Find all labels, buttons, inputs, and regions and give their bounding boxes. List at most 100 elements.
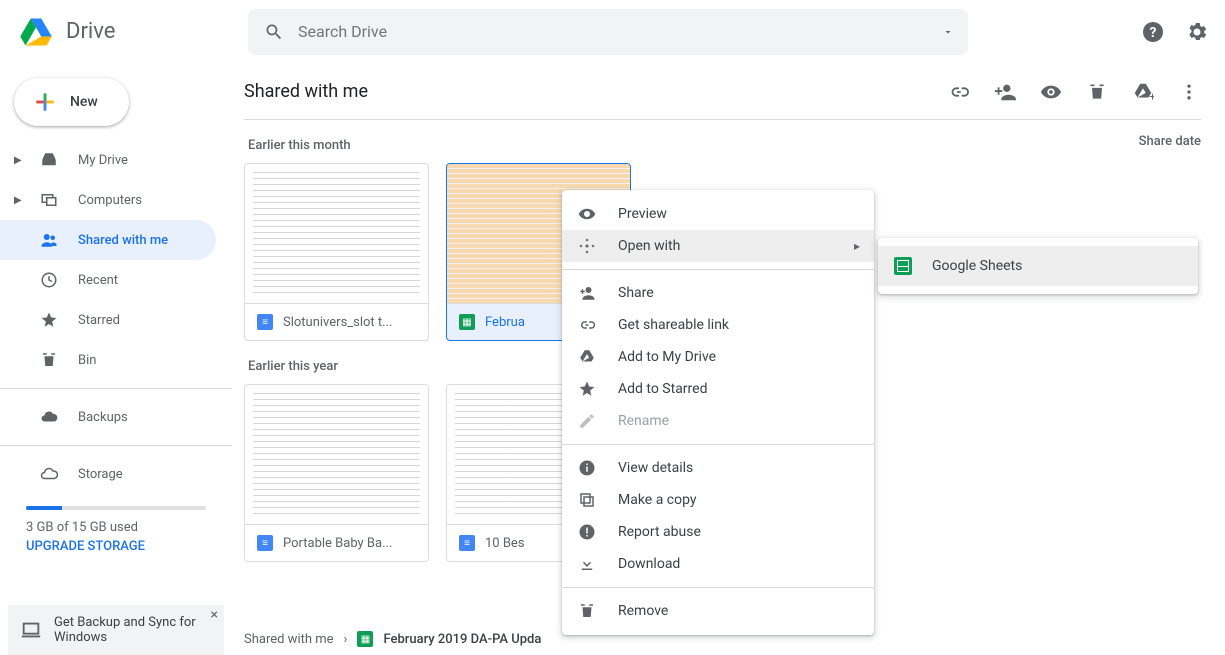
menu-label: Remove: [618, 603, 668, 619]
section-earlier-month: Earlier this month: [248, 138, 1201, 153]
menu-label: Report abuse: [618, 524, 701, 540]
menu-label: Add to Starred: [618, 381, 707, 397]
trash-icon: [578, 602, 598, 620]
menu-item-make-copy[interactable]: Make a copy: [562, 484, 874, 516]
file-card[interactable]: ≡ Portable Baby Ba...: [244, 384, 429, 562]
sidebar-item-storage[interactable]: Storage: [0, 454, 216, 494]
google-docs-icon: ≡: [257, 535, 273, 551]
menu-item-view-details[interactable]: View details: [562, 452, 874, 484]
sidebar-item-backups[interactable]: Backups: [0, 397, 216, 437]
menu-label: Get shareable link: [618, 317, 729, 333]
add-person-icon[interactable]: [993, 80, 1017, 104]
rename-icon: [578, 412, 598, 430]
google-sheets-icon: ▦: [357, 631, 373, 647]
laptop-icon: [20, 619, 42, 641]
settings-gear-icon[interactable]: [1185, 20, 1209, 44]
storage-bar: [26, 506, 206, 510]
google-docs-icon: ≡: [257, 314, 273, 330]
storage-icon: [40, 465, 60, 483]
submenu-item-google-sheets[interactable]: Google Sheets: [878, 246, 1198, 286]
chevron-right-icon: ›: [344, 632, 348, 647]
search-input[interactable]: [298, 22, 954, 41]
upgrade-storage-link[interactable]: UPGRADE STORAGE: [26, 539, 145, 554]
menu-item-add-to-drive[interactable]: Add to My Drive: [562, 341, 874, 373]
menu-label: Preview: [618, 206, 667, 222]
app-name: Drive: [66, 19, 115, 44]
sidebar-item-label: Recent: [78, 273, 204, 288]
download-icon: [578, 555, 598, 573]
sidebar: New ▶ My Drive ▶ Computers Shared with m…: [0, 64, 232, 655]
more-options-icon[interactable]: [1177, 80, 1201, 104]
sidebar-item-starred[interactable]: Starred: [0, 300, 216, 340]
header-icons: ?: [1101, 20, 1209, 44]
menu-item-share[interactable]: Share: [562, 277, 874, 309]
menu-item-add-starred[interactable]: Add to Starred: [562, 373, 874, 405]
menu-label: View details: [618, 460, 693, 476]
menu-label: Download: [618, 556, 680, 572]
backups-icon: [40, 408, 60, 426]
context-menu: Preview Open with ▸ Share Get shareable …: [562, 190, 874, 635]
delete-icon[interactable]: [1085, 80, 1109, 104]
new-button[interactable]: New: [14, 78, 129, 126]
help-icon[interactable]: ?: [1141, 20, 1165, 44]
menu-label: Make a copy: [618, 492, 697, 508]
breadcrumb-root[interactable]: Shared with me: [244, 632, 334, 647]
menu-label: Rename: [618, 413, 669, 429]
share-date-header[interactable]: Share date: [1139, 134, 1201, 149]
menu-item-download[interactable]: Download: [562, 548, 874, 580]
sidebar-item-my-drive[interactable]: ▶ My Drive: [0, 140, 216, 180]
computers-icon: [40, 191, 60, 209]
sidebar-item-computers[interactable]: ▶ Computers: [0, 180, 216, 220]
menu-item-rename: Rename: [562, 405, 874, 437]
storage-label: Storage: [78, 467, 204, 482]
google-docs-icon: ≡: [459, 535, 475, 551]
search-icon: [262, 20, 286, 44]
file-name: Februa: [485, 315, 525, 330]
breadcrumb-current: February 2019 DA-PA Upda: [383, 632, 541, 647]
search-dropdown-icon[interactable]: [942, 26, 954, 38]
menu-item-remove[interactable]: Remove: [562, 595, 874, 627]
report-icon: [578, 523, 598, 541]
sidebar-item-label: Computers: [78, 193, 204, 208]
svg-text:+: +: [1149, 90, 1154, 103]
file-name: Portable Baby Ba...: [283, 536, 392, 551]
submenu-label: Google Sheets: [932, 258, 1022, 274]
file-thumbnail: [245, 385, 428, 525]
sidebar-item-label: Starred: [78, 313, 204, 328]
sidebar-item-bin[interactable]: Bin: [0, 340, 216, 380]
search-bar[interactable]: [248, 9, 968, 55]
sidebar-item-shared-with-me[interactable]: Shared with me: [0, 220, 216, 260]
add-to-drive-icon: [578, 348, 598, 366]
menu-item-open-with[interactable]: Open with ▸: [562, 230, 874, 262]
recent-icon: [40, 271, 60, 289]
file-name: 10 Bes: [485, 536, 525, 551]
sidebar-item-label: My Drive: [78, 153, 204, 168]
chevron-right-icon: ▸: [854, 239, 860, 253]
file-card[interactable]: ≡Slotunivers_slot t...: [244, 163, 429, 341]
add-to-drive-icon[interactable]: +: [1131, 80, 1155, 104]
menu-item-get-link[interactable]: Get shareable link: [562, 309, 874, 341]
storage-usage-text: 3 GB of 15 GB used: [26, 520, 206, 535]
expand-icon: ▶: [14, 155, 22, 166]
storage-block: 3 GB of 15 GB used UPGRADE STORAGE: [0, 494, 232, 554]
svg-text:?: ?: [1150, 25, 1157, 41]
link-icon[interactable]: [947, 80, 971, 104]
open-with-icon: [578, 237, 598, 255]
copy-icon: [578, 491, 598, 509]
close-icon[interactable]: ×: [211, 607, 218, 623]
my-drive-icon: [40, 151, 60, 169]
logo-block: Drive: [16, 12, 248, 52]
star-icon: [578, 380, 598, 398]
breadcrumb: Shared with me › ▦ February 2019 DA-PA U…: [244, 631, 541, 647]
menu-item-report-abuse[interactable]: Report abuse: [562, 516, 874, 548]
backup-sync-promo[interactable]: Get Backup and Sync for Windows ×: [8, 605, 224, 655]
action-toolbar: +: [947, 80, 1201, 104]
menu-item-preview[interactable]: Preview: [562, 198, 874, 230]
sidebar-item-label: Shared with me: [78, 233, 204, 248]
sidebar-item-recent[interactable]: Recent: [0, 260, 216, 300]
link-icon: [578, 316, 598, 334]
open-with-submenu: Google Sheets: [878, 238, 1198, 294]
file-thumbnail: [245, 164, 428, 304]
page-title: Shared with me: [244, 81, 368, 102]
eye-icon[interactable]: [1039, 80, 1063, 104]
